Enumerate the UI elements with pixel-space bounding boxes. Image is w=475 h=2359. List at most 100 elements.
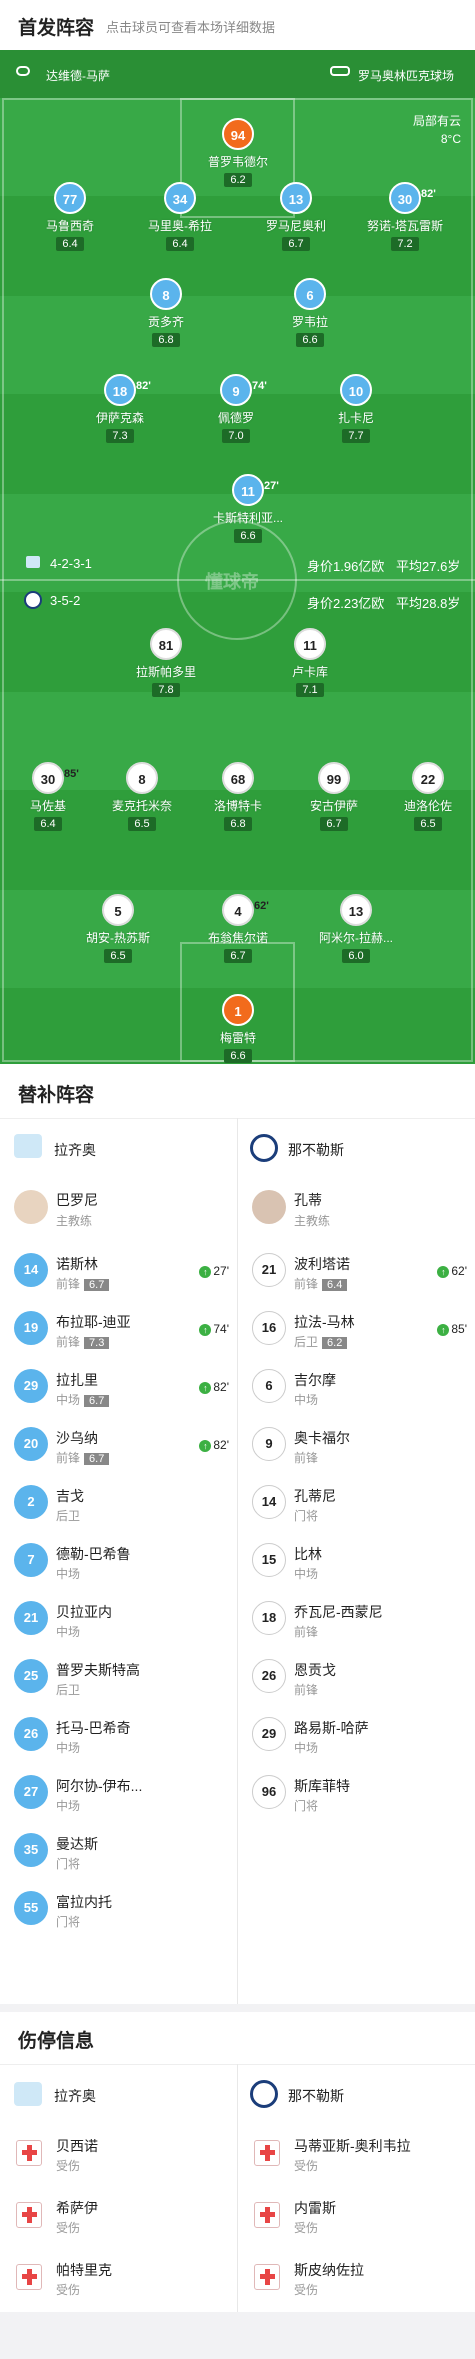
sub-rating: 6.7 [84,1395,110,1407]
lazio-eagle-icon [14,1134,42,1158]
sub-player-row[interactable]: 26 恩贡戈 前锋 [238,1648,475,1706]
lazio-player[interactable]: 13 罗马尼奥利 6.7 [236,182,356,252]
subs-away-team[interactable]: 那不勒斯 [238,1118,475,1178]
injury-home-team[interactable]: 拉齐奥 [0,2064,237,2124]
player-number: 1 [222,994,254,1026]
lazio-age: 平均27.6岁 [396,559,461,574]
lazio-player[interactable]: 30 82' 努诺-塔瓦雷斯 7.2 [345,182,465,252]
sub-player-row[interactable]: 18 乔瓦尼-西蒙尼 前锋 [238,1590,475,1648]
subs-title: 替补阵容 [18,1085,95,1106]
sub-on-time: ↑ 85' [437,1322,467,1336]
napoli-player[interactable]: 5 胡安-热苏斯 6.5 [58,894,178,964]
sub-position: 前锋 [294,1451,319,1465]
napoli-formation-row: 3-5-2 身价2.23亿欧 平均28.8岁 [0,590,475,612]
injury-row[interactable]: 斯皮纳佐拉 受伤 [238,2248,475,2306]
sub-player-row[interactable]: 35 曼达斯 门将 [0,1822,237,1880]
sub-number: 21 [252,1253,286,1287]
sub-player-row[interactable]: 29 路易斯-哈萨 中场 [238,1706,475,1764]
lazio-value: 身价1.96亿欧 [307,559,385,574]
sub-player-row[interactable]: 20 沙乌纳 前锋 6.7 ↑ 82' [0,1416,237,1474]
sub-rating: 6.4 [322,1279,348,1291]
injury-row[interactable]: 希萨伊 受伤 [0,2186,237,2244]
player-number: 10 [340,374,372,406]
sub-number: 29 [14,1369,48,1403]
sub-off-time: 82' [421,188,436,200]
napoli-logo-icon [250,1134,278,1162]
weather: 局部有云 8°C [413,112,461,148]
away-coach[interactable]: 孔蒂 主教练 [238,1178,475,1238]
sub-player-row[interactable]: 96 斯库菲特 门将 [238,1764,475,1822]
player-number: 4 62' [222,894,269,926]
napoli-player[interactable]: 81 拉斯帕多里 7.8 [106,628,226,698]
lazio-player[interactable]: 34 马里奥-希拉 6.4 [120,182,240,252]
subs-away-team-name: 那不勒斯 [288,1142,344,1158]
subs-home-team[interactable]: 拉齐奥 [0,1118,237,1178]
sub-player-row[interactable]: 9 奥卡福尔 前锋 [238,1416,475,1474]
lazio-player[interactable]: 6 罗韦拉 6.6 [250,278,370,348]
lineup-subtitle: 点击球员可查看本场详细数据 [106,20,276,35]
player-number: 99 [318,762,350,794]
player-name: 拉斯帕多里 [135,665,196,679]
sub-player-row[interactable]: 2 吉戈 后卫 [0,1474,237,1532]
sub-position: 中场 [294,1567,319,1581]
injured-player-name: 贝西诺 [56,2138,98,2154]
player-name: 努诺-塔瓦雷斯 [367,219,443,233]
player-name: 佩德罗 [217,411,254,425]
sub-player-row[interactable]: 25 普罗夫斯特高 后卫 [0,1648,237,1706]
player-number: 8 [126,762,158,794]
sub-player-row[interactable]: 21 波利塔诺 前锋 6.4 ↑ 62' [238,1242,475,1300]
player-number: 77 [54,182,86,214]
sub-position: 前锋 6.4 [294,1275,348,1292]
lazio-player[interactable]: 18 82' 伊萨克森 7.3 [60,374,180,444]
napoli-player[interactable]: 13 阿米尔-拉赫... 6.0 [296,894,416,964]
sub-number: 2 [14,1485,48,1519]
sub-number: 16 [252,1311,286,1345]
sub-player-row[interactable]: 19 布拉耶-迪亚 前锋 7.3 ↑ 74' [0,1300,237,1358]
lazio-player[interactable]: 77 马鲁西奇 6.4 [10,182,130,252]
injury-away-team-name: 那不勒斯 [288,2088,344,2104]
sub-player-row[interactable]: 26 托马-巴希奇 中场 [0,1706,237,1764]
lazio-player[interactable]: 8 贡多齐 6.8 [106,278,226,348]
injury-row[interactable]: 贝西诺 受伤 [0,2124,237,2182]
player-name: 卡斯特利亚... [212,511,283,525]
sub-player-row[interactable]: 27 阿尔协-伊布... 中场 [0,1764,237,1822]
player-name: 马里奥-希拉 [148,219,212,233]
sub-position: 中场 [294,1393,319,1407]
napoli-player[interactable]: 11 卢卡库 7.1 [250,628,370,698]
player-rating: 6.0 [342,949,370,963]
sub-off-time: 27' [264,480,279,492]
sub-position: 门将 [294,1509,319,1523]
sub-in-icon: ↑ [437,1324,450,1336]
sub-off-time: 82' [136,380,151,392]
lazio-player[interactable]: 94 普罗韦德尔 6.2 [178,118,298,188]
sub-number: 96 [252,1775,286,1809]
lazio-player[interactable]: 10 扎卡尼 7.7 [296,374,416,444]
injury-row[interactable]: 内雷斯 受伤 [238,2186,475,2244]
sub-player-row[interactable]: 29 拉扎里 中场 6.7 ↑ 82' [0,1358,237,1416]
player-number: 18 82' [104,374,151,406]
sub-player-row[interactable]: 15 比林 中场 [238,1532,475,1590]
sub-player-row[interactable]: 14 孔蒂尼 门将 [238,1474,475,1532]
injury-away-team[interactable]: 那不勒斯 [238,2064,475,2124]
sub-position: 门将 [56,1915,81,1929]
sub-player-row[interactable]: 55 富拉内托 门将 [0,1880,237,1938]
injury-row[interactable]: 帕特里克 受伤 [0,2248,237,2306]
sub-player-row[interactable]: 14 诺斯林 前锋 6.7 ↑ 27' [0,1242,237,1300]
player-number: 34 [164,182,196,214]
napoli-player[interactable]: 1 梅雷特 6.6 [178,994,298,1064]
injury-row[interactable]: 马蒂亚斯-奥利韦拉 受伤 [238,2124,475,2182]
home-coach[interactable]: 巴罗尼 主教练 [0,1178,237,1238]
sub-name: 拉扎里 [56,1372,98,1388]
player-name: 马鲁西奇 [45,219,94,233]
sub-player-row[interactable]: 16 拉法-马林 后卫 6.2 ↑ 85' [238,1300,475,1358]
lazio-player[interactable]: 11 27' 卡斯特利亚... 6.6 [188,474,308,544]
sub-player-row[interactable]: 7 德勒-巴希鲁 中场 [0,1532,237,1590]
sub-player-row[interactable]: 21 贝拉亚内 中场 [0,1590,237,1648]
sub-player-row[interactable]: 6 吉尔摩 中场 [238,1358,475,1416]
napoli-player[interactable]: 22 迪洛伦佐 6.5 [368,762,475,832]
napoli-player[interactable]: 4 62' 布翁焦尔诺 6.7 [178,894,298,964]
sub-number: 27 [14,1775,48,1809]
player-number: 11 [294,628,326,660]
player-rating: 6.7 [282,237,310,251]
lazio-player[interactable]: 9 74' 佩德罗 7.0 [176,374,296,444]
